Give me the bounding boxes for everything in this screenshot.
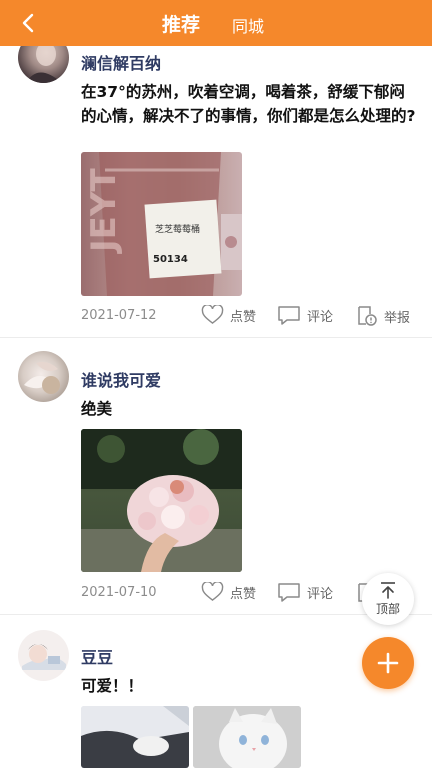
post-item: 澜信解百纳 在37°的苏州，吹着空调，喝着茶，舒缓下郁闷的心情，解决不了的事情，… [0, 0, 432, 338]
photo-label-text: 芝芝莓莓桶 [155, 225, 201, 235]
like-button[interactable]: 点赞 [201, 582, 256, 602]
post-photo[interactable]: JEYT 芝芝莓莓桶 50134 [81, 152, 242, 296]
post-date: 2021-07-12 [81, 308, 157, 323]
tab-recommend[interactable]: 推荐 [162, 10, 200, 37]
arrow-up-icon [381, 582, 395, 599]
back-to-top-label: 顶部 [375, 602, 400, 616]
post-content: 绝美 [81, 400, 113, 418]
comment-icon [278, 306, 300, 325]
post-content: 在37°的苏州，吹着空调，喝着茶，舒缓下郁闷的心情，解决不了的事情，你们都是怎么… [81, 83, 416, 125]
comment-button[interactable]: 评论 [277, 305, 333, 326]
app-header: 推荐 同城 [0, 0, 432, 46]
post-photo[interactable] [81, 429, 242, 572]
plus-icon [377, 652, 399, 674]
post-username[interactable]: 澜信解百纳 [81, 50, 161, 74]
avatar[interactable] [18, 630, 69, 681]
comment-label: 评论 [307, 587, 334, 602]
back-icon[interactable] [18, 12, 40, 34]
add-post-button[interactable] [362, 637, 414, 689]
photo-label-code: 50134 [153, 254, 188, 265]
post-photo[interactable] [81, 706, 189, 768]
comment-label: 评论 [307, 310, 334, 325]
back-to-top-button[interactable]: 顶部 [362, 573, 414, 625]
post-item: 豆豆 可爱！！ [0, 615, 432, 768]
post-photo[interactable] [193, 706, 301, 768]
report-button[interactable]: 举报 [356, 305, 410, 327]
post-username[interactable]: 豆豆 [81, 644, 113, 668]
like-label: 点赞 [230, 309, 257, 325]
heart-icon [201, 582, 224, 601]
report-icon [358, 306, 377, 326]
avatar[interactable] [18, 351, 69, 402]
report-label: 举报 [384, 310, 411, 326]
comment-button[interactable]: 评论 [277, 582, 333, 603]
like-button[interactable]: 点赞 [201, 305, 256, 325]
svg-text:JEYT: JEYT [84, 168, 124, 254]
like-label: 点赞 [230, 586, 257, 602]
post-date: 2021-07-10 [81, 585, 157, 600]
heart-icon [201, 305, 224, 324]
post-item: 谁说我可爱 绝美 2021-07-10 点赞 评论 [0, 338, 432, 614]
comment-icon [278, 583, 300, 602]
tab-local[interactable]: 同城 [232, 13, 264, 37]
post-username[interactable]: 谁说我可爱 [81, 367, 161, 391]
